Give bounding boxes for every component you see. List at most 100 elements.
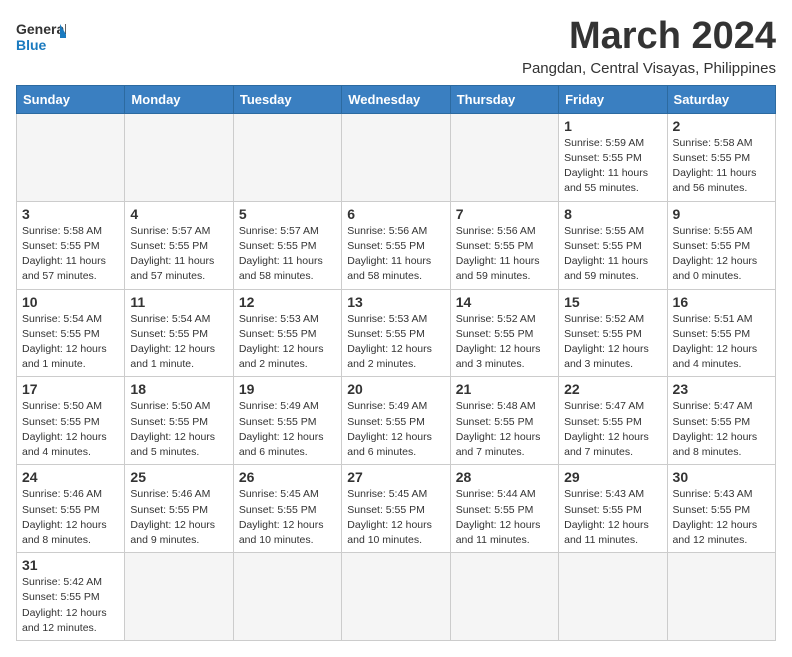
col-saturday: Saturday [667, 85, 775, 113]
day-number: 5 [239, 206, 336, 222]
calendar-cell [559, 553, 667, 641]
calendar-cell: 12Sunrise: 5:53 AMSunset: 5:55 PMDayligh… [233, 289, 341, 377]
calendar-title: March 2024 [522, 16, 776, 58]
day-number: 4 [130, 206, 227, 222]
day-info: Sunrise: 5:45 AMSunset: 5:55 PMDaylight:… [347, 487, 444, 548]
calendar-cell: 21Sunrise: 5:48 AMSunset: 5:55 PMDayligh… [450, 377, 558, 465]
day-number: 10 [22, 294, 119, 310]
day-number: 2 [673, 118, 770, 134]
day-number: 20 [347, 381, 444, 397]
day-info: Sunrise: 5:54 AMSunset: 5:55 PMDaylight:… [22, 312, 119, 373]
svg-text:Blue: Blue [16, 37, 47, 53]
day-number: 11 [130, 294, 227, 310]
day-number: 25 [130, 469, 227, 485]
calendar-cell: 26 Sunrise: 5:45 AMSunset: 5:55 PMDayligh… [233, 465, 341, 553]
day-info: Sunrise: 5:44 AMSunset: 5:55 PMDaylight:… [456, 487, 553, 548]
calendar-table: Sunday Monday Tuesday Wednesday Thursday… [16, 85, 776, 641]
day-number: 22 [564, 381, 661, 397]
day-number: 7 [456, 206, 553, 222]
calendar-cell: 28Sunrise: 5:44 AMSunset: 5:55 PMDayligh… [450, 465, 558, 553]
day-info: Sunrise: 5:55 AMSunset: 5:55 PMDaylight:… [564, 224, 661, 285]
calendar-cell: 5 Sunrise: 5:57 AMSunset: 5:55 PMDaylight… [233, 201, 341, 289]
calendar-cell: 8 Sunrise: 5:55 AMSunset: 5:55 PMDaylight… [559, 201, 667, 289]
calendar-subtitle: Pangdan, Central Visayas, Philippines [522, 60, 776, 77]
calendar-cell: 25 Sunrise: 5:46 AMSunset: 5:55 PMDayligh… [125, 465, 233, 553]
calendar-cell: 20 Sunrise: 5:49 AMSunset: 5:55 PMDayligh… [342, 377, 450, 465]
col-thursday: Thursday [450, 85, 558, 113]
logo: General Blue [16, 16, 66, 56]
day-info: Sunrise: 5:45 AMSunset: 5:55 PMDaylight:… [239, 487, 336, 548]
calendar-cell: 10 Sunrise: 5:54 AMSunset: 5:55 PMDayligh… [17, 289, 125, 377]
day-number: 16 [673, 294, 770, 310]
calendar-cell: 1 Sunrise: 5:59 AMSunset: 5:55 PMDaylight… [559, 113, 667, 201]
calendar-cell [17, 113, 125, 201]
calendar-cell: 14 Sunrise: 5:52 AMSunset: 5:55 PMDayligh… [450, 289, 558, 377]
calendar-cell [667, 553, 775, 641]
calendar-cell [450, 553, 558, 641]
day-info: Sunrise: 5:49 AMSunset: 5:55 PMDaylight:… [347, 399, 444, 460]
day-info: Sunrise: 5:47 AMSunset: 5:55 PMDaylight:… [564, 399, 661, 460]
day-info: Sunrise: 5:48 AMSunset: 5:55 PMDaylight:… [456, 399, 553, 460]
col-monday: Monday [125, 85, 233, 113]
calendar-cell: 6 Sunrise: 5:56 AMSunset: 5:55 PMDaylight… [342, 201, 450, 289]
day-number: 19 [239, 381, 336, 397]
day-info: Sunrise: 5:59 AMSunset: 5:55 PMDaylight:… [564, 136, 661, 197]
day-number: 13 [347, 294, 444, 310]
day-info: Sunrise: 5:54 AMSunset: 5:55 PMDaylight:… [130, 312, 227, 373]
calendar-cell [342, 113, 450, 201]
day-info: Sunrise: 5:57 AMSunset: 5:55 PMDaylight:… [239, 224, 336, 285]
calendar-header: Sunday Monday Tuesday Wednesday Thursday… [17, 85, 776, 113]
day-number: 18 [130, 381, 227, 397]
day-number: 24 [22, 469, 119, 485]
calendar-cell: 27 Sunrise: 5:45 AMSunset: 5:55 PMDayligh… [342, 465, 450, 553]
day-info: Sunrise: 5:43 AMSunset: 5:55 PMDaylight:… [564, 487, 661, 548]
day-number: 8 [564, 206, 661, 222]
day-info: Sunrise: 5:58 AMSunset: 5:55 PMDaylight:… [22, 224, 119, 285]
day-number: 27 [347, 469, 444, 485]
day-info: Sunrise: 5:57 AMSunset: 5:55 PMDaylight:… [130, 224, 227, 285]
day-number: 3 [22, 206, 119, 222]
day-info: Sunrise: 5:58 AMSunset: 5:55 PMDaylight:… [673, 136, 770, 197]
day-info: Sunrise: 5:42 AMSunset: 5:55 PMDaylight:… [22, 575, 119, 636]
calendar-cell [342, 553, 450, 641]
day-info: Sunrise: 5:52 AMSunset: 5:55 PMDaylight:… [456, 312, 553, 373]
day-info: Sunrise: 5:47 AMSunset: 5:55 PMDaylight:… [673, 399, 770, 460]
calendar-cell [233, 553, 341, 641]
calendar-cell: 7 Sunrise: 5:56 AMSunset: 5:55 PMDaylight… [450, 201, 558, 289]
day-number: 14 [456, 294, 553, 310]
day-info: Sunrise: 5:55 AMSunset: 5:55 PMDaylight:… [673, 224, 770, 285]
day-info: Sunrise: 5:43 AMSunset: 5:55 PMDaylight:… [673, 487, 770, 548]
calendar-cell [233, 113, 341, 201]
day-number: 30 [673, 469, 770, 485]
day-info: Sunrise: 5:46 AMSunset: 5:55 PMDaylight:… [22, 487, 119, 548]
calendar-cell: 31 Sunrise: 5:42 AMSunset: 5:55 PMDayligh… [17, 553, 125, 641]
calendar-cell: 29Sunrise: 5:43 AMSunset: 5:55 PMDayligh… [559, 465, 667, 553]
calendar-body: 1 Sunrise: 5:59 AMSunset: 5:55 PMDaylight… [17, 113, 776, 640]
day-number: 1 [564, 118, 661, 134]
calendar-cell [450, 113, 558, 201]
calendar-cell: 22 Sunrise: 5:47 AMSunset: 5:55 PMDayligh… [559, 377, 667, 465]
logo-icon: General Blue [16, 16, 66, 56]
calendar-cell [125, 553, 233, 641]
day-number: 9 [673, 206, 770, 222]
day-info: Sunrise: 5:46 AMSunset: 5:55 PMDaylight:… [130, 487, 227, 548]
day-number: 23 [673, 381, 770, 397]
day-info: Sunrise: 5:52 AMSunset: 5:55 PMDaylight:… [564, 312, 661, 373]
day-number: 26 [239, 469, 336, 485]
day-info: Sunrise: 5:53 AMSunset: 5:55 PMDaylight:… [239, 312, 336, 373]
header: General Blue March 2024 Pangdan, Central… [16, 16, 776, 77]
calendar-cell: 24 Sunrise: 5:46 AMSunset: 5:55 PMDayligh… [17, 465, 125, 553]
day-info: Sunrise: 5:51 AMSunset: 5:55 PMDaylight:… [673, 312, 770, 373]
calendar-cell: 13Sunrise: 5:53 AMSunset: 5:55 PMDayligh… [342, 289, 450, 377]
day-info: Sunrise: 5:50 AMSunset: 5:55 PMDaylight:… [22, 399, 119, 460]
calendar-cell: 11 Sunrise: 5:54 AMSunset: 5:55 PMDayligh… [125, 289, 233, 377]
page-container: General Blue March 2024 Pangdan, Central… [16, 16, 776, 641]
day-info: Sunrise: 5:49 AMSunset: 5:55 PMDaylight:… [239, 399, 336, 460]
calendar-cell: 18Sunrise: 5:50 AMSunset: 5:55 PMDayligh… [125, 377, 233, 465]
day-info: Sunrise: 5:56 AMSunset: 5:55 PMDaylight:… [347, 224, 444, 285]
day-number: 6 [347, 206, 444, 222]
calendar-cell [125, 113, 233, 201]
calendar-cell: 4 Sunrise: 5:57 AMSunset: 5:55 PMDaylight… [125, 201, 233, 289]
day-info: Sunrise: 5:56 AMSunset: 5:55 PMDaylight:… [456, 224, 553, 285]
day-number: 31 [22, 557, 119, 573]
